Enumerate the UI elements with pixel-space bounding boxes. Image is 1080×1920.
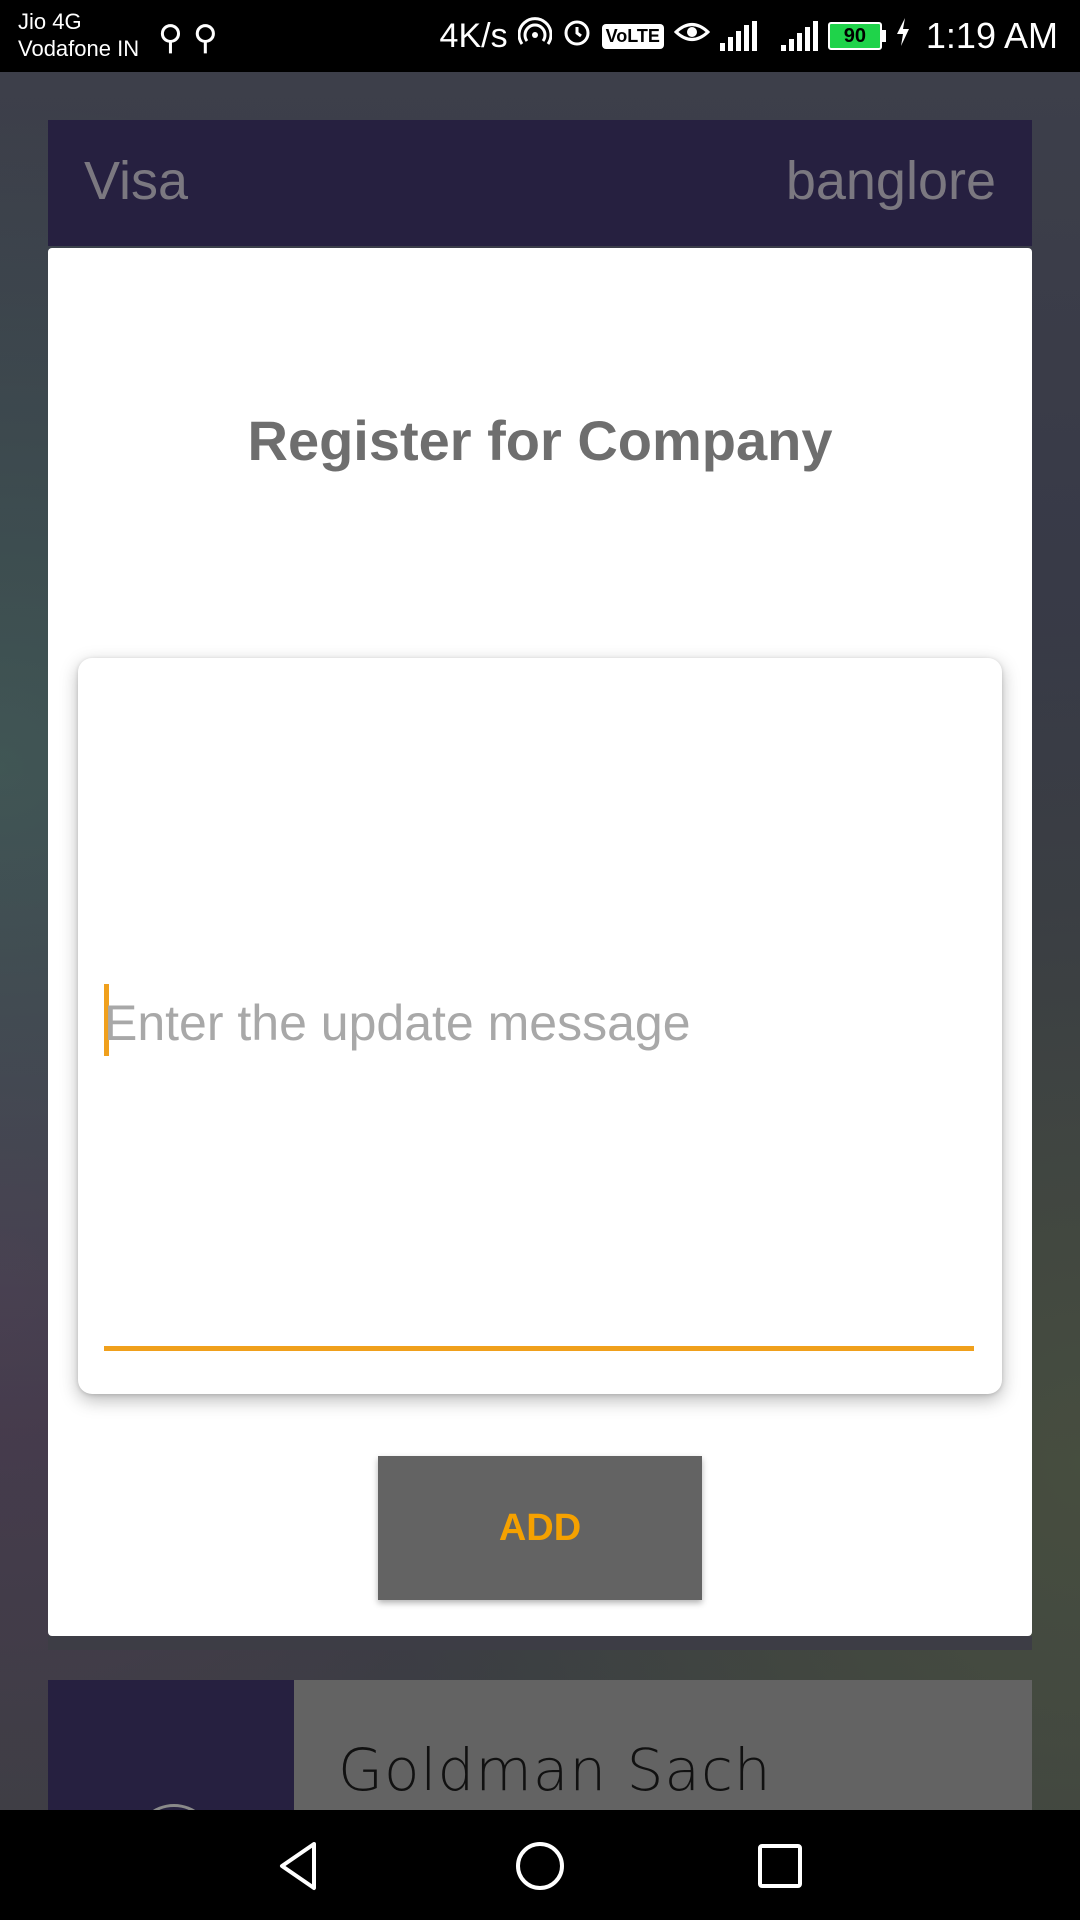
company-list-item-header[interactable]: Visa banglore (48, 120, 1032, 246)
dialog-title: Register for Company (247, 409, 833, 472)
company-list-item[interactable]: Goldman Sach (48, 1680, 1032, 1884)
signal-4g-icon (719, 21, 757, 51)
navigation-bar (0, 1810, 1080, 1920)
company-logo-panel (48, 1680, 294, 1884)
input-underline (104, 1346, 974, 1351)
usb-icons: ⚲⚲ (158, 18, 228, 58)
company-title: Goldman Sach (338, 1736, 772, 1804)
usb-icon: ⚲ (158, 19, 193, 57)
company-name: Visa (84, 151, 189, 211)
update-message-input[interactable] (104, 958, 974, 1088)
status-bar: Jio 4G Vodafone IN ⚲⚲ 4K/s VoLTE 90 1:19… (0, 0, 1080, 72)
battery-level: 90 (827, 22, 882, 50)
carrier-primary: Jio 4G (18, 9, 82, 34)
charging-icon (896, 18, 910, 54)
clock: 1:19 AM (925, 15, 1058, 56)
volte-icon: VoLTE (601, 23, 664, 49)
register-dialog: Register for Company ADD (48, 248, 1032, 1636)
status-right: 4K/s VoLTE 90 1:19 AM (440, 12, 1058, 60)
carrier-info: Jio 4G Vodafone IN (18, 8, 139, 62)
eye-comfort-icon (673, 19, 711, 53)
network-speed: 4K/s (439, 16, 508, 55)
carrier-secondary: Vodafone IN (18, 36, 140, 61)
alarm-icon (562, 17, 592, 55)
usb-icon: ⚲ (192, 19, 228, 57)
list-divider (48, 1636, 1032, 1650)
company-info-panel: Goldman Sach (294, 1680, 1032, 1810)
company-location: banglore (785, 151, 996, 211)
home-icon[interactable] (510, 1836, 570, 1896)
add-button[interactable]: ADD (378, 1456, 702, 1600)
battery-icon: 90 (827, 22, 886, 50)
recent-apps-icon[interactable] (750, 1836, 810, 1896)
back-icon[interactable] (270, 1836, 330, 1896)
message-card (78, 658, 1002, 1394)
hotspot-icon (517, 17, 553, 55)
signal-icon (780, 21, 818, 51)
